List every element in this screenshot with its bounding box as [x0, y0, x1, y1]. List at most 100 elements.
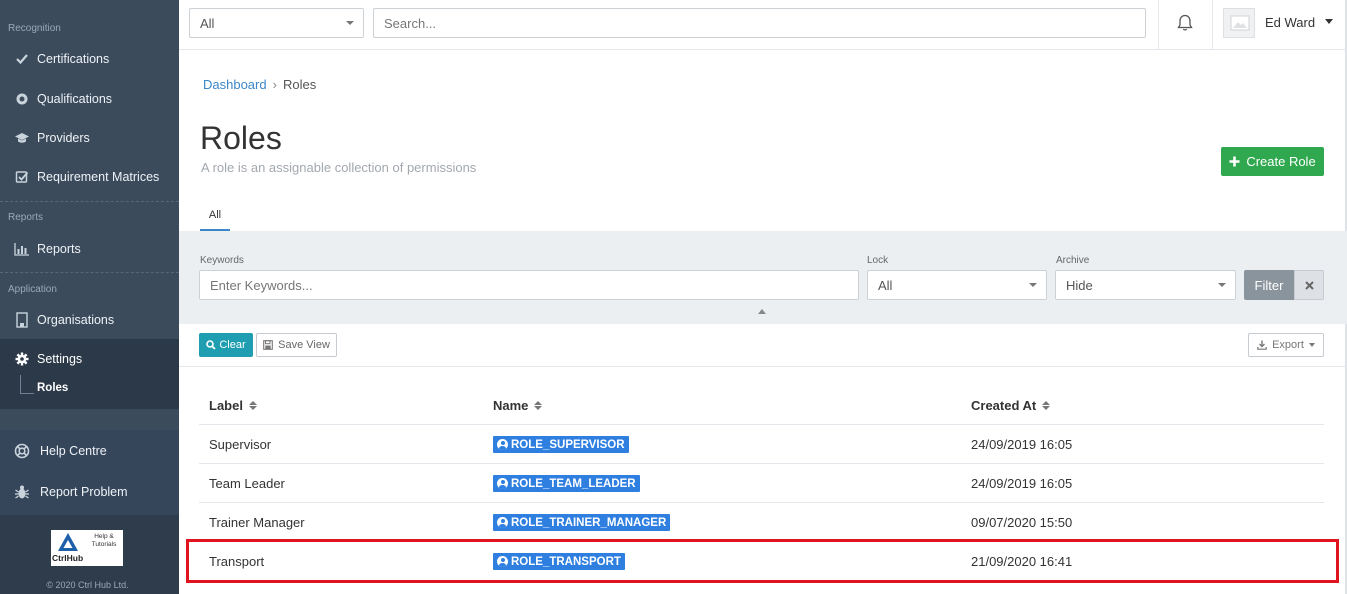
sidebar-item-label: Qualifications: [37, 92, 113, 106]
table-header-divider: [199, 424, 1324, 425]
sidebar-divider: [0, 272, 179, 273]
breadcrumb-current: Roles: [282, 77, 317, 92]
archive-label: Archive: [1056, 255, 1090, 266]
sidebar-item-label: Requirement Matrices: [37, 170, 160, 184]
sort-icon: [248, 401, 257, 410]
keywords-label: Keywords: [200, 255, 244, 266]
collapse-filters-icon[interactable]: [758, 309, 766, 314]
sidebar-divider: [0, 201, 179, 202]
checkbox-icon: [14, 169, 30, 185]
archive-value: Hide: [1066, 277, 1093, 293]
sidebar-item-label: Reports: [37, 242, 81, 256]
role-name-text: ROLE_SUPERVISOR: [511, 438, 625, 451]
sidebar-section-recognition: Recognition: [8, 23, 61, 34]
lock-label: Lock: [867, 255, 889, 266]
certificate-icon: [14, 91, 30, 107]
table-row-divider: [199, 463, 1324, 464]
column-header-created-at[interactable]: Created At: [971, 398, 1051, 413]
sort-icon: [534, 401, 543, 410]
save-view-button[interactable]: Save View: [256, 333, 337, 357]
column-header-text: Label: [209, 398, 243, 413]
user-menu-caret-icon[interactable]: [1325, 19, 1333, 24]
sidebar-item-help-centre[interactable]: Help Centre: [0, 442, 107, 460]
save-icon: [263, 340, 273, 350]
sidebar-item-qualifications[interactable]: Qualifications: [0, 90, 112, 108]
search-input[interactable]: Search...: [373, 8, 1146, 38]
sidebar-item-label: Certifications: [37, 52, 110, 66]
create-role-button[interactable]: Create Role: [1221, 147, 1324, 176]
column-header-name[interactable]: Name: [493, 398, 543, 413]
keywords-input[interactable]: Enter Keywords...: [199, 270, 859, 300]
role-name-text: ROLE_TEAM_LEADER: [511, 477, 636, 490]
tab-all[interactable]: All: [200, 200, 230, 231]
table-row-created-at: 24/09/2019 16:05: [971, 476, 1073, 491]
sidebar-subitem-roles[interactable]: Roles: [37, 382, 68, 394]
table-row-label[interactable]: Supervisor: [209, 437, 271, 452]
keywords-placeholder: Enter Keywords...: [210, 277, 313, 293]
lock-select[interactable]: All: [867, 270, 1047, 300]
bar-chart-icon: [14, 241, 30, 257]
breadcrumb-separator: ›: [272, 77, 277, 92]
gear-icon: [14, 351, 30, 367]
filter-button[interactable]: Filter: [1244, 270, 1294, 300]
column-header-text: Created At: [971, 398, 1037, 413]
sidebar-item-providers[interactable]: Providers: [0, 129, 90, 147]
role-name-badge: ROLE_TEAM_LEADER: [493, 475, 640, 492]
toolbar-divider: [179, 366, 1347, 367]
chevron-down-icon: [346, 21, 354, 25]
ctrlhub-triangle-icon: [58, 533, 78, 551]
table-row-label[interactable]: Team Leader: [209, 476, 285, 491]
export-button[interactable]: Export: [1248, 333, 1324, 357]
search-placeholder: Search...: [384, 15, 437, 31]
chevron-down-icon: [1308, 343, 1315, 347]
archive-select[interactable]: Hide: [1055, 270, 1236, 300]
lifebuoy-icon: [14, 443, 30, 459]
sidebar-item-label: Providers: [37, 131, 90, 145]
sidebar-item-reports[interactable]: Reports: [0, 240, 81, 258]
save-view-label: Save View: [278, 339, 330, 351]
page-title: Roles: [200, 120, 282, 156]
image-placeholder-icon: [1230, 15, 1250, 31]
user-circle-icon: [497, 517, 508, 528]
sidebar-item-organisations[interactable]: Organisations: [0, 311, 114, 329]
chevron-down-icon: [1218, 283, 1226, 287]
clear-button[interactable]: Clear: [199, 333, 253, 357]
sidebar-item-report-problem[interactable]: Report Problem: [0, 483, 128, 501]
avatar[interactable]: [1223, 8, 1255, 38]
sidebar-item-certifications[interactable]: Certifications: [0, 50, 109, 68]
breadcrumb-dashboard-link[interactable]: Dashboard: [203, 77, 267, 92]
export-label: Export: [1272, 339, 1304, 351]
table-row-divider: [199, 502, 1324, 503]
highlight-box: [186, 539, 1339, 583]
topbar-divider: [1212, 0, 1213, 50]
building-icon: [14, 312, 30, 328]
column-header-label[interactable]: Label: [209, 398, 257, 413]
breadcrumb: Dashboard › Roles: [203, 77, 316, 92]
user-circle-icon: [497, 478, 508, 489]
role-name-badge: ROLE_TRAINER_MANAGER: [493, 514, 671, 531]
role-name-text: ROLE_TRAINER_MANAGER: [511, 516, 667, 529]
download-icon: [1257, 340, 1267, 350]
sidebar-item-label: Settings: [37, 352, 83, 366]
logo-brand-text: CtrlHub: [52, 553, 84, 563]
clear-filter-button[interactable]: [1294, 270, 1324, 300]
create-role-label: Create Role: [1246, 154, 1316, 169]
user-circle-icon: [497, 439, 508, 450]
sidebar-item-settings[interactable]: Settings: [0, 350, 82, 368]
plus-icon: [1229, 156, 1240, 167]
logo-help-text: Help & Tutorials: [91, 533, 117, 548]
search-icon: [206, 340, 216, 350]
bell-icon[interactable]: [1175, 13, 1195, 33]
topbar-divider: [1158, 0, 1159, 50]
sidebar-item-label: Organisations: [37, 313, 115, 327]
sidebar: Recognition Certifications Qualification…: [0, 0, 179, 594]
user-name[interactable]: Ed Ward: [1265, 15, 1315, 30]
sidebar-section-application: Application: [8, 284, 57, 295]
table-row-created-at: 09/07/2020 15:50: [971, 515, 1073, 530]
ctrlhub-help-logo[interactable]: CtrlHub Help & Tutorials: [51, 530, 123, 566]
copyright: © 2020 Ctrl Hub Ltd.: [46, 580, 129, 590]
table-row-label[interactable]: Trainer Manager: [209, 515, 305, 530]
sidebar-item-requirement-matrices[interactable]: Requirement Matrices: [0, 168, 159, 186]
sidebar-section-reports: Reports: [8, 212, 44, 223]
search-scope-select[interactable]: All: [189, 8, 364, 38]
